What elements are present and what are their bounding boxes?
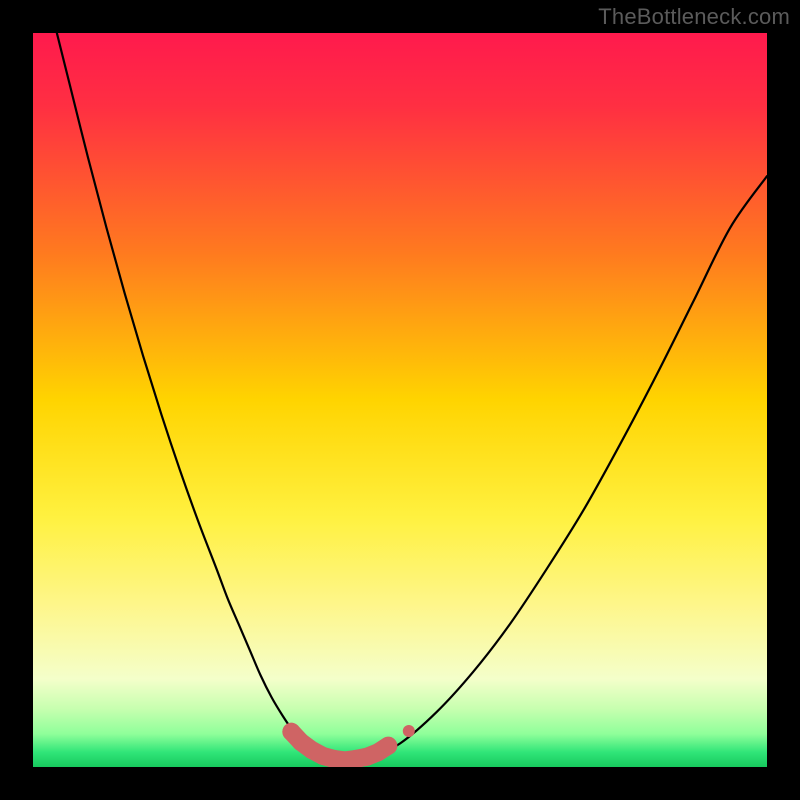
plot-area <box>33 33 767 767</box>
chart-stage: TheBottleneck.com <box>0 0 800 800</box>
marker-dot <box>379 737 397 755</box>
marker-dot <box>403 725 415 737</box>
watermark-text: TheBottleneck.com <box>598 4 790 30</box>
plot-svg <box>33 33 767 767</box>
gradient-background <box>33 33 767 767</box>
